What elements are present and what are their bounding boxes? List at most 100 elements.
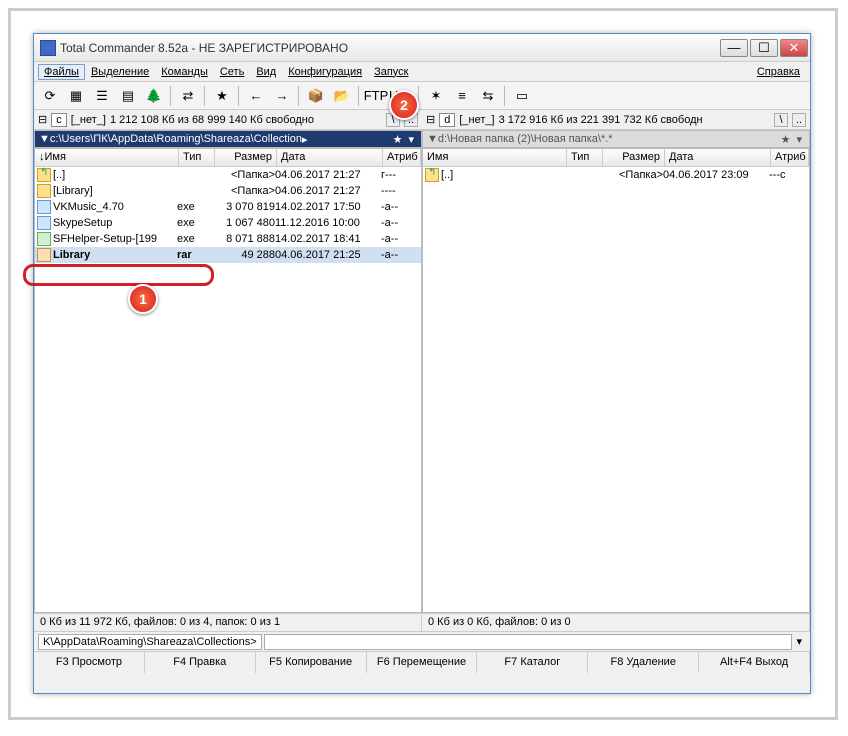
minimize-button[interactable]: — — [720, 39, 748, 57]
path-right[interactable]: ▼d:\Новая папка (2)\Новая папка\*.* ★ ▾ — [422, 130, 810, 148]
file-row[interactable]: Libraryrar49 28804.06.2017 21:25-a-- — [35, 247, 421, 263]
app-window: Total Commander 8.52a - НЕ ЗАРЕГИСТРИРОВ… — [33, 33, 811, 694]
menubar: ФайлыВыделениеКомандыСетьВидКонфигурация… — [34, 62, 810, 82]
ftp-icon: FTP — [364, 89, 389, 102]
titlebar: Total Commander 8.52a - НЕ ЗАРЕГИСТРИРОВ… — [34, 34, 810, 62]
notepad-button[interactable]: ✶ — [424, 85, 448, 107]
path-left-fav-icon[interactable]: ★ — [390, 133, 406, 146]
tree-icon: 🌲 — [146, 89, 162, 102]
file-row[interactable]: [..]<Папка>04.06.2017 21:27г--- — [35, 167, 421, 183]
file-ext: rar — [177, 249, 213, 261]
right-column-header[interactable]: Имя Тип Размер Дата Атриб — [423, 149, 809, 167]
menu-файлы[interactable]: Файлы — [38, 64, 85, 80]
back-icon: ← — [250, 89, 263, 102]
path-right-text: d:\Новая папка (2)\Новая папка\*.* — [438, 133, 613, 145]
col-name: Имя — [45, 151, 66, 163]
maximize-button[interactable]: ☐ — [750, 39, 778, 57]
file-attr: -a-- — [381, 217, 419, 229]
drive-bar: ⊟ c [_нет_] 1 212 108 Кб из 68 999 140 К… — [34, 110, 810, 130]
left-file-list[interactable]: [..]<Папка>04.06.2017 21:27г--- [Library]… — [35, 167, 421, 612]
col-date: Дата — [665, 149, 771, 166]
view-thumbs-button[interactable]: ▤ — [116, 85, 140, 107]
file-ext: exe — [177, 217, 213, 229]
doc-button[interactable]: ▭ — [510, 85, 534, 107]
col-ext: Тип — [179, 149, 215, 166]
path-right-fav-icon[interactable]: ★ — [778, 133, 794, 146]
compare-button[interactable]: ⇆ — [476, 85, 500, 107]
cmdline-dropdown-icon[interactable]: ▾ — [792, 635, 806, 648]
file-row[interactable]: [..]<Папка>04.06.2017 23:09---c — [423, 167, 809, 183]
path-left[interactable]: ▼c:\Users\ПК\AppData\Roaming\Shareaza\Co… — [34, 130, 422, 148]
unpack-button[interactable]: 📂 — [330, 85, 354, 107]
file-name: Library — [53, 249, 177, 261]
tree-button[interactable]: 🌲 — [142, 85, 166, 107]
view-brief-button[interactable]: ▦ — [64, 85, 88, 107]
back-button[interactable]: ← — [244, 85, 268, 107]
fkey-button[interactable]: F4 Правка — [145, 652, 256, 673]
file-size: <Папка> — [213, 185, 275, 197]
menu-выделение[interactable]: Выделение — [85, 64, 155, 80]
fkey-button[interactable]: F7 Каталог — [477, 652, 588, 673]
file-name: [Library] — [53, 185, 177, 197]
up-icon — [425, 168, 439, 182]
swap-icon: ⇄ — [183, 89, 194, 102]
forward-button[interactable]: → — [270, 85, 294, 107]
file-ext: exe — [177, 233, 213, 245]
drive-right-letter[interactable]: d — [439, 113, 455, 127]
file-row[interactable]: VKMusic_4.70exe3 070 81914.02.2017 17:50… — [35, 199, 421, 215]
compare-icon: ⇆ — [483, 89, 494, 102]
fkey-button[interactable]: F6 Перемещение — [367, 652, 478, 673]
path-left-history-icon[interactable]: ▾ — [405, 133, 417, 146]
file-row[interactable]: [Library]<Папка>04.06.2017 21:27---- — [35, 183, 421, 199]
function-key-bar: F3 ПросмотрF4 ПравкаF5 КопированиеF6 Пер… — [34, 651, 810, 673]
file-date: 11.12.2016 10:00 — [275, 217, 381, 229]
fkey-button[interactable]: F3 Просмотр — [34, 652, 145, 673]
forward-icon: → — [276, 89, 289, 102]
col-size: Размер — [215, 149, 277, 166]
path-right-history-icon[interactable]: ▾ — [793, 133, 805, 146]
file-size: 8 071 888 — [213, 233, 275, 245]
unpack-icon: 📂 — [334, 89, 350, 102]
swap-button[interactable]: ⇄ — [176, 85, 200, 107]
right-up-button[interactable]: .. — [792, 113, 806, 127]
file-row[interactable]: SFHelper-Setup-[199exe8 071 88814.02.201… — [35, 231, 421, 247]
menu-конфигурация[interactable]: Конфигурация — [282, 64, 368, 80]
status-right: 0 Кб из 0 Кб, файлов: 0 из 0 — [422, 614, 810, 631]
command-line[interactable]: K\AppData\Roaming\Shareaza\Collections> … — [34, 631, 810, 651]
file-attr: г--- — [381, 169, 419, 181]
ftp-button[interactable]: FTP — [364, 85, 388, 107]
drive-left-letter[interactable]: c — [51, 113, 67, 127]
close-button[interactable]: ✕ — [780, 39, 808, 57]
view-full-button[interactable]: ☰ — [90, 85, 114, 107]
file-attr: -a-- — [381, 233, 419, 245]
fkey-button[interactable]: Alt+F4 Выход — [699, 652, 810, 673]
fkey-button[interactable]: F5 Копирование — [256, 652, 367, 673]
exe-icon — [37, 200, 51, 214]
file-row[interactable]: SkypeSetupexe1 067 48011.12.2016 10:00-a… — [35, 215, 421, 231]
folder-icon — [37, 184, 51, 198]
menu-команды[interactable]: Команды — [155, 64, 214, 80]
left-column-header[interactable]: ↓Имя Тип Размер Дата Атриб — [35, 149, 421, 167]
pack-button[interactable]: 📦 — [304, 85, 328, 107]
file-attr: ---- — [381, 185, 419, 197]
toolbar: ⟳▦☰▤🌲⇄★←→📦📂FTPURL✶≡⇆▭ — [34, 82, 810, 110]
wordwrap-button[interactable]: ≡ — [450, 85, 474, 107]
fkey-button[interactable]: F8 Удаление — [588, 652, 699, 673]
right-root-button[interactable]: \ — [774, 113, 788, 127]
file-attr: ---c — [769, 169, 807, 181]
window-title: Total Commander 8.52a - НЕ ЗАРЕГИСТРИРОВ… — [60, 41, 720, 55]
refresh-button[interactable]: ⟳ — [38, 85, 62, 107]
right-file-list[interactable]: [..]<Папка>04.06.2017 23:09---c — [423, 167, 809, 612]
menu-вид[interactable]: Вид — [250, 64, 282, 80]
star-icon: ★ — [216, 89, 228, 102]
right-panel: Имя Тип Размер Дата Атриб [..]<Папка>04.… — [422, 148, 810, 613]
left-panel: ↓Имя Тип Размер Дата Атриб [..]<Папка>04… — [34, 148, 422, 613]
exe2-icon — [37, 232, 51, 246]
cmdline-input[interactable] — [264, 634, 793, 650]
file-date: 04.06.2017 21:27 — [275, 169, 381, 181]
menu-запуск[interactable]: Запуск — [368, 64, 414, 80]
star-button[interactable]: ★ — [210, 85, 234, 107]
menu-help[interactable]: Справка — [751, 64, 806, 80]
drive-right-label: [_нет_] — [459, 114, 494, 126]
menu-сеть[interactable]: Сеть — [214, 64, 250, 80]
